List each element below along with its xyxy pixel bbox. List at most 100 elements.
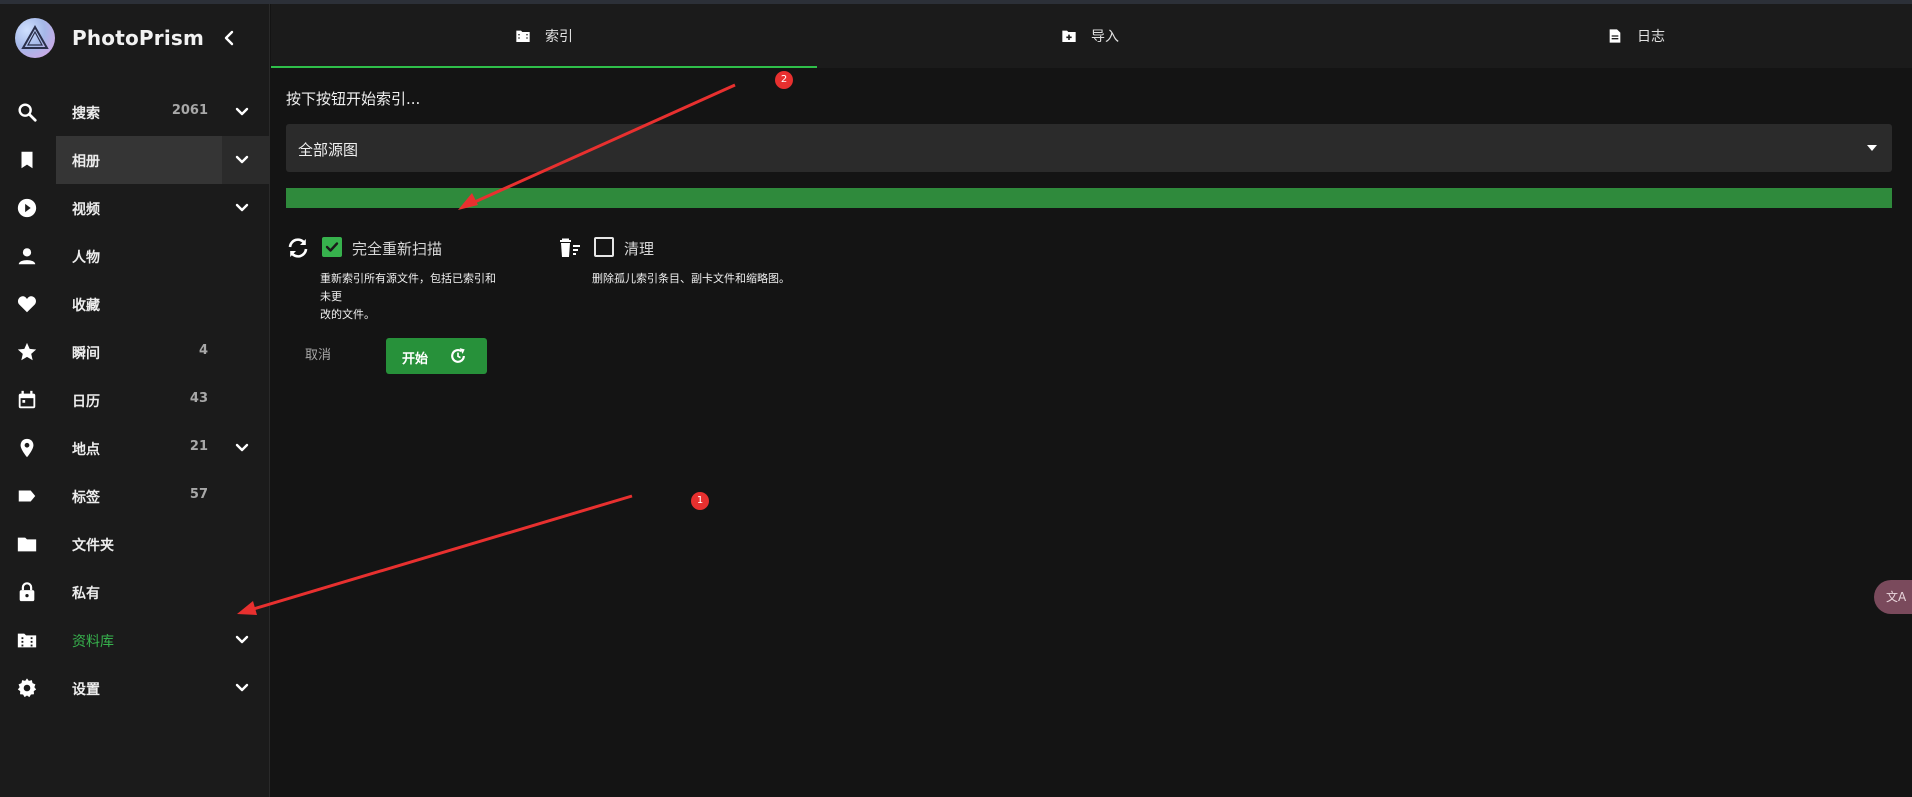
start-button-label: 开始: [402, 352, 429, 367]
sidebar-item-label: 资料库: [72, 634, 114, 650]
cleanup-hint-line: 删除孤儿索引条目、副卡文件和缩略图。: [592, 272, 790, 285]
photoprism-logo[interactable]: [15, 18, 55, 58]
app-name: PhotoPrism: [72, 26, 205, 50]
person-icon: [18, 248, 36, 265]
chevron-down-icon[interactable]: [232, 438, 252, 458]
chevron-down-icon[interactable]: [232, 630, 252, 650]
sidebar-item-label: 地点: [72, 442, 100, 458]
sidebar-item-label: 日历: [72, 394, 100, 410]
sidebar-item-label: 视频: [72, 202, 100, 218]
gear-icon: [17, 678, 37, 698]
folder-icon: [17, 537, 37, 552]
sidebar-item-people[interactable]: 人物: [0, 232, 270, 280]
sidebar-item-moments[interactable]: 瞬间 4: [0, 328, 270, 376]
sidebar-item-label: 收藏: [72, 298, 100, 314]
sidebar-item-labels[interactable]: 标签 57: [0, 472, 270, 520]
sidebar-item-label: 私有: [72, 586, 100, 602]
sidebar-item-library[interactable]: 资料库: [0, 616, 270, 664]
sidebar-item-search[interactable]: 搜索 2061: [0, 88, 270, 136]
cleanup-checkbox[interactable]: [594, 237, 614, 257]
annotation-badge-1: 1: [691, 492, 709, 510]
sidebar-item-folders[interactable]: 文件夹: [0, 520, 270, 568]
sidebar-item-places[interactable]: 地点 21: [0, 424, 270, 472]
translate-button[interactable]: 文A: [1874, 580, 1912, 614]
star-icon: [17, 342, 37, 361]
lock-icon: [19, 582, 35, 602]
play-circle-icon: [17, 198, 37, 218]
sidebar-item-label: 人物: [72, 250, 100, 266]
chevron-down-icon[interactable]: [232, 102, 252, 122]
sidebar-item-label: 瞬间: [72, 346, 100, 362]
checkmark-icon: [325, 242, 339, 252]
sidebar-item-calendar[interactable]: 日历 43: [0, 376, 270, 424]
tab-label: 日志: [1637, 29, 1665, 45]
sidebar-item-settings[interactable]: 设置: [0, 664, 270, 712]
collapse-sidebar-button[interactable]: [220, 26, 240, 50]
sidebar-item-label: 标签: [72, 490, 100, 506]
tab-bar: 索引 导入 日志: [271, 4, 1912, 68]
sidebar-item-videos[interactable]: 视频: [0, 184, 270, 232]
calendar-icon: [18, 390, 36, 409]
tab-index-inner: 索引: [271, 26, 817, 46]
tab-label: 导入: [1091, 29, 1119, 45]
rescan-hint-line: 重新索引所有源文件，包括已索引和未更: [320, 272, 496, 303]
start-button[interactable]: 开始: [386, 338, 487, 374]
delete-sweep-icon: [560, 238, 580, 257]
search-icon: [18, 103, 37, 122]
tab-import-inner: 导入: [817, 26, 1363, 46]
tab-label: 索引: [545, 29, 573, 45]
tab-logs[interactable]: 日志: [1363, 4, 1909, 68]
index-progress-fill: [286, 188, 1892, 208]
bookmark-icon: [21, 151, 33, 169]
rescan-label[interactable]: 完全重新扫描: [352, 238, 442, 259]
sidebar-item-count: 57: [189, 487, 208, 502]
document-icon: [1609, 29, 1621, 43]
cleanup-option: 清理 删除孤儿索引条目、副卡文件和缩略图。: [558, 236, 858, 316]
rescan-checkbox[interactable]: [322, 237, 342, 257]
sidebar-item-label: 设置: [72, 682, 100, 698]
rescan-hint: 重新索引所有源文件，包括已索引和未更 改的文件。: [320, 270, 506, 324]
cleanup-hint: 删除孤儿索引条目、副卡文件和缩略图。: [592, 270, 790, 288]
library-icon: [17, 633, 37, 648]
chevron-down-icon[interactable]: [232, 150, 252, 170]
cancel-button[interactable]: 取消: [286, 338, 350, 374]
rescan-hint-line: 改的文件。: [320, 308, 375, 321]
sidebar-item-count: 43: [189, 391, 208, 406]
sidebar-nav: 搜索 2061 相册 视频 人物 收藏 瞬间 4 日历 43 地点 21 标签 …: [0, 88, 270, 712]
sidebar: PhotoPrism 搜索 2061 相册 视频 人物 收藏 瞬间 4 日历 4…: [0, 4, 270, 797]
translate-icon: 文A: [1886, 590, 1907, 604]
cleanup-label[interactable]: 清理: [624, 238, 654, 259]
label-icon: [18, 490, 36, 502]
prism-icon: [21, 24, 49, 49]
rescan-option: 完全重新扫描 重新索引所有源文件，包括已索引和未更 改的文件。: [286, 236, 506, 346]
source-select[interactable]: 全部源图: [286, 124, 1892, 172]
source-select-value: 全部源图: [298, 141, 359, 159]
sidebar-item-albums[interactable]: 相册: [0, 136, 270, 184]
restart-icon: [451, 348, 465, 363]
chevron-left-icon: [224, 30, 234, 46]
map-pin-icon: [20, 438, 34, 458]
brand: PhotoPrism: [0, 4, 270, 72]
sidebar-item-favorites[interactable]: 收藏: [0, 280, 270, 328]
chevron-down-icon[interactable]: [232, 198, 252, 218]
sidebar-item-private[interactable]: 私有: [0, 568, 270, 616]
sync-icon: [288, 238, 308, 258]
dropdown-arrow-icon: [1867, 145, 1877, 151]
sidebar-item-count: 2061: [171, 103, 208, 118]
folder-plus-icon: [1062, 30, 1076, 42]
main-content: 索引 导入 日志 按下按钮开始索引... 全部源图 完全重新扫描 重新索引所有源…: [271, 4, 1912, 797]
tab-logs-inner: 日志: [1363, 26, 1909, 46]
sidebar-item-label: 相册: [72, 154, 100, 170]
annotation-badge-2: 2: [775, 71, 793, 89]
chevron-down-icon[interactable]: [232, 678, 252, 698]
index-prompt: 按下按钮开始索引...: [286, 90, 421, 108]
sidebar-item-label: 文件夹: [72, 538, 114, 554]
sidebar-item-count: 21: [189, 439, 208, 454]
tab-import[interactable]: 导入: [817, 4, 1363, 68]
sidebar-item-label: 搜索: [72, 106, 100, 122]
folder-film-icon: [516, 30, 530, 42]
heart-icon: [18, 296, 36, 313]
index-progress-bar: [286, 188, 1892, 208]
tab-index[interactable]: 索引: [271, 4, 817, 68]
sidebar-item-count: 4: [198, 343, 208, 358]
